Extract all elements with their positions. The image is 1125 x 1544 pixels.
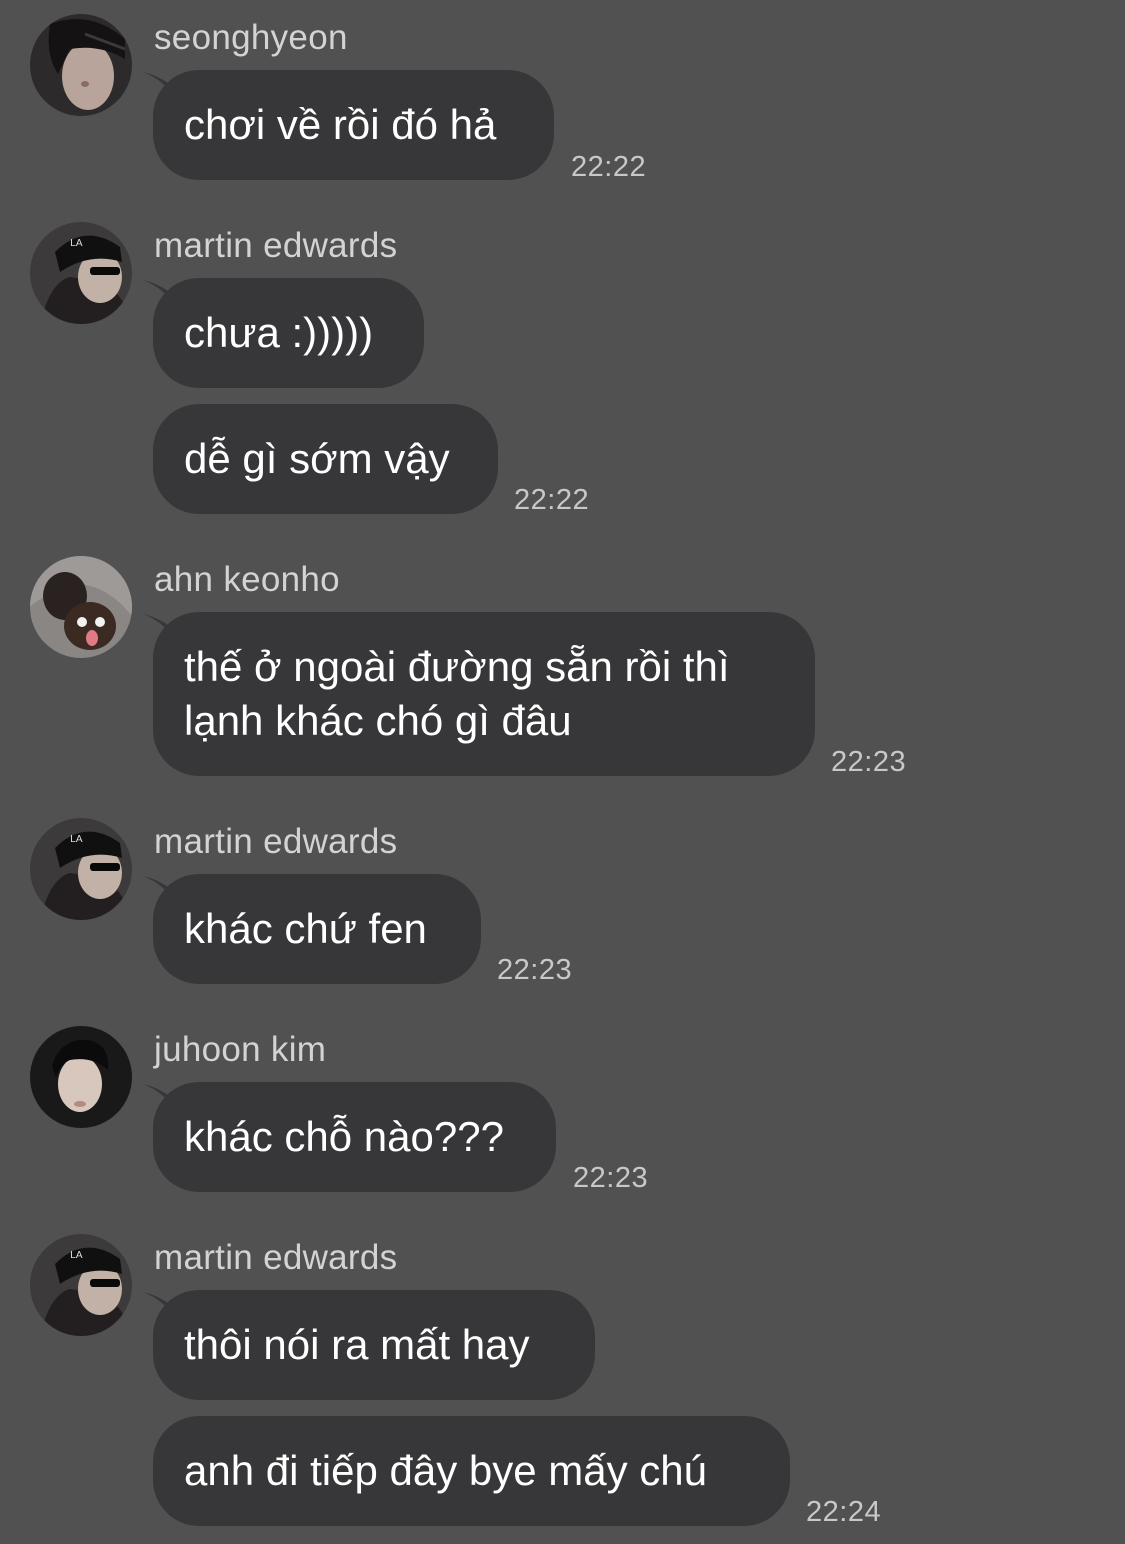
- message-bubble[interactable]: anh đi tiếp đây bye mấy chú: [153, 1416, 790, 1526]
- sender-name: seonghyeon: [154, 18, 348, 57]
- avatar-photo-icon: [30, 556, 132, 658]
- bubble-tail-icon: [143, 280, 177, 310]
- message-text-line: lạnh khác chó gì đâu: [184, 697, 572, 744]
- avatar-martin-edwards[interactable]: LA: [30, 818, 132, 920]
- message-text: anh đi tiếp đây bye mấy chú: [184, 1447, 707, 1494]
- sender-name: juhoon kim: [154, 1030, 327, 1069]
- bubble-tail-icon: [143, 1084, 177, 1114]
- message-bubble[interactable]: chơi về rồi đó hả: [143, 70, 554, 180]
- message-timestamp: 22:23: [573, 1162, 649, 1194]
- svg-text:LA: LA: [70, 1250, 83, 1261]
- avatar-martin-edwards[interactable]: LA: [30, 1234, 132, 1336]
- message-bubble[interactable]: khác chỗ nào???: [143, 1082, 556, 1192]
- bubble-tail-icon: [143, 72, 177, 102]
- svg-text:LA: LA: [70, 238, 83, 249]
- chat-message-list[interactable]: seonghyeon chơi về rồi đó hả 22:22 LA ma…: [0, 0, 1125, 1544]
- message-timestamp: 22:22: [514, 484, 590, 516]
- message-bubble[interactable]: thế ở ngoài đường sẵn rồi thì lạnh khác …: [143, 612, 815, 776]
- avatar-photo-icon: [30, 1026, 132, 1128]
- sender-name: martin edwards: [154, 226, 398, 265]
- message-timestamp: 22:22: [571, 151, 647, 183]
- avatar-juhoon-kim[interactable]: [30, 1026, 132, 1128]
- message-text: khác chỗ nào???: [184, 1113, 504, 1160]
- avatar-photo-icon: LA: [30, 818, 132, 920]
- message-text-line: thế ở ngoài đường sẵn rồi thì: [184, 643, 730, 690]
- avatar-martin-edwards[interactable]: LA: [30, 222, 132, 324]
- message-text: chưa :))))): [184, 309, 374, 356]
- message-text: chơi về rồi đó hả: [184, 101, 497, 148]
- sender-name: ahn keonho: [154, 560, 340, 599]
- bubble-tail-icon: [143, 614, 177, 644]
- avatar-photo-icon: [30, 14, 132, 116]
- sender-name: martin edwards: [154, 1238, 398, 1277]
- svg-text:LA: LA: [70, 834, 83, 845]
- message-timestamp: 22:23: [831, 746, 907, 778]
- bubble-tail-icon: [143, 876, 177, 906]
- avatar-photo-icon: LA: [30, 222, 132, 324]
- message-text: thôi nói ra mất hay: [184, 1321, 530, 1368]
- message-text: dễ gì sớm vậy: [184, 435, 450, 482]
- message-timestamp: 22:23: [497, 954, 573, 986]
- message-timestamp: 22:24: [806, 1496, 882, 1528]
- avatar-ahn-keonho[interactable]: [30, 556, 132, 658]
- message-text: khác chứ fen: [184, 905, 427, 952]
- sender-name: martin edwards: [154, 822, 398, 861]
- message-bubble[interactable]: thôi nói ra mất hay: [143, 1290, 595, 1400]
- message-bubble[interactable]: chưa :))))): [143, 278, 424, 388]
- message-text: thế ở ngoài đường sẵn rồi thì lạnh khác …: [184, 640, 730, 748]
- avatar-photo-icon: LA: [30, 1234, 132, 1336]
- message-bubble[interactable]: dễ gì sớm vậy: [153, 404, 498, 514]
- avatar-seonghyeon[interactable]: [30, 14, 132, 116]
- message-bubble[interactable]: khác chứ fen: [143, 874, 481, 984]
- bubble-tail-icon: [143, 1292, 177, 1322]
